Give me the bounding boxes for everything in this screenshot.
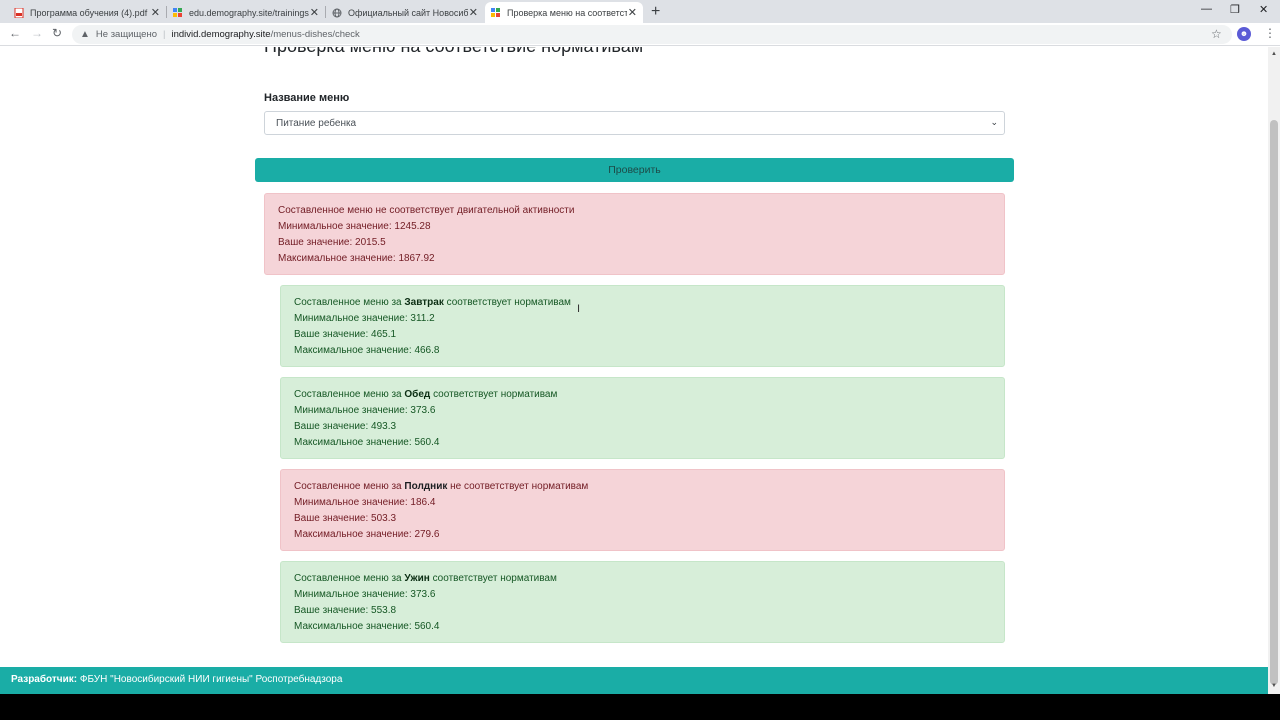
page-title: Проверка меню на соответствие нормативам [264, 47, 643, 57]
meal-yours: Ваше значение: 553.8 [294, 605, 397, 616]
close-icon[interactable]: ✕ [151, 6, 160, 19]
forward-icon[interactable]: → [31, 26, 43, 40]
scroll-down-icon[interactable]: ▼ [1271, 683, 1277, 689]
address-path: /menus-dishes/check [270, 29, 360, 40]
tab-strip: Программа обучения (4).pdf ✕ edu.demogra… [0, 0, 1280, 23]
site-icon [491, 7, 500, 17]
menu-kebab-icon[interactable]: ⋮ [1264, 26, 1276, 40]
scroll-up-icon[interactable]: ▲ [1271, 51, 1277, 57]
warning-icon: ▲ [80, 29, 90, 40]
back-icon[interactable]: ← [9, 26, 21, 40]
meal-result-dinner: Составленное меню за Ужин соответствует … [280, 561, 1005, 643]
tab-title: Официальный сайт Новосибир [348, 7, 468, 18]
footer-label: Разработчик: [11, 674, 78, 685]
meal-yours: Ваше значение: 465.1 [294, 329, 397, 340]
meal-message: Составленное меню за Ужин соответствует … [294, 573, 557, 584]
globe-icon [332, 8, 342, 17]
page-scrollbar[interactable]: ▲ ▼ [1268, 47, 1280, 694]
reload-icon[interactable]: ↻ [52, 26, 62, 40]
close-icon[interactable]: ✕ [310, 6, 319, 19]
tab-pdf[interactable]: Программа обучения (4).pdf ✕ [8, 2, 166, 23]
meal-result-snack: Составленное меню за Полдник не соответс… [280, 469, 1005, 551]
new-tab-icon[interactable]: + [651, 3, 660, 21]
tab-title: edu.demography.site/trainings/c [189, 7, 309, 18]
menu-select[interactable]: Питание ребенка ⌄ [264, 111, 1005, 135]
profile-avatar[interactable]: ☻ [1237, 27, 1251, 41]
meal-max: Максимальное значение: 560.4 [294, 437, 440, 448]
footer-text: ФБУН "Новосибирский НИИ гигиены" Роспотр… [79, 674, 343, 685]
meal-yours: Ваше значение: 493.3 [294, 421, 397, 432]
meal-result-breakfast: Составленное меню за Завтрак соответству… [280, 285, 1005, 367]
bookmark-star-icon[interactable]: ☆ [1211, 27, 1222, 41]
close-icon[interactable]: ✕ [469, 6, 478, 19]
meal-min: Минимальное значение: 311.2 [294, 313, 435, 324]
close-icon[interactable]: ✕ [628, 6, 637, 19]
meal-max: Максимальное значение: 560.4 [294, 621, 440, 632]
meal-result-lunch: Составленное меню за Обед соответствует … [280, 377, 1005, 459]
security-label: Не защищено [95, 29, 157, 40]
meal-message: Составленное меню за Завтрак соответству… [294, 297, 571, 308]
page-footer: Разработчик: ФБУН "Новосибирский НИИ гиг… [0, 667, 1268, 694]
meal-min: Минимальное значение: 373.6 [294, 405, 436, 416]
window-close-icon[interactable]: ✕ [1259, 3, 1268, 16]
text-cursor-icon: I [577, 303, 581, 315]
meal-message: Составленное меню за Полдник не соответс… [294, 481, 589, 492]
overall-min: Минимальное значение: 1245.28 [278, 221, 431, 232]
browser-window: Программа обучения (4).pdf ✕ edu.demogra… [0, 0, 1280, 694]
site-icon [173, 7, 182, 17]
overall-max: Максимальное значение: 1867.92 [278, 253, 435, 264]
address-host: individ.demography.site [171, 29, 271, 40]
pdf-icon [14, 7, 24, 18]
tab-title: Программа обучения (4).pdf [30, 7, 148, 18]
address-separator: | [162, 29, 166, 40]
address-bar[interactable]: ▲ Не защищено | individ.demography.site … [72, 25, 1232, 44]
meal-max: Максимальное значение: 279.6 [294, 529, 440, 540]
tab-menu-check[interactable]: Проверка меню на соответств ✕ [485, 2, 643, 23]
tab-title: Проверка меню на соответств [507, 7, 627, 18]
tab-trainings[interactable]: edu.demography.site/trainings/c ✕ [167, 2, 325, 23]
scrollbar-thumb[interactable] [1270, 120, 1278, 685]
overall-result-alert: Составленное меню не соответствует двига… [264, 193, 1005, 275]
meal-min: Минимальное значение: 373.6 [294, 589, 436, 600]
menu-name-label: Название меню [264, 92, 350, 104]
check-button[interactable]: Проверить [255, 158, 1014, 182]
menu-select-value: Питание ребенка [276, 118, 357, 129]
overall-message: Составленное меню не соответствует двига… [278, 205, 575, 216]
meal-yours: Ваше значение: 503.3 [294, 513, 397, 524]
restore-icon[interactable]: ❐ [1230, 3, 1240, 16]
page-viewport: Проверка меню на соответствие нормативам… [0, 47, 1268, 694]
overall-yours: Ваше значение: 2015.5 [278, 237, 386, 248]
chevron-down-icon: ⌄ [990, 117, 998, 127]
meal-min: Минимальное значение: 186.4 [294, 497, 436, 508]
tab-official-site[interactable]: Официальный сайт Новосибир ✕ [326, 2, 484, 23]
meal-max: Максимальное значение: 466.8 [294, 345, 440, 356]
browser-toolbar: ← → ↻ ▲ Не защищено | individ.demography… [0, 23, 1280, 46]
minimize-icon[interactable]: — [1201, 3, 1212, 15]
meal-message: Составленное меню за Обед соответствует … [294, 389, 558, 400]
